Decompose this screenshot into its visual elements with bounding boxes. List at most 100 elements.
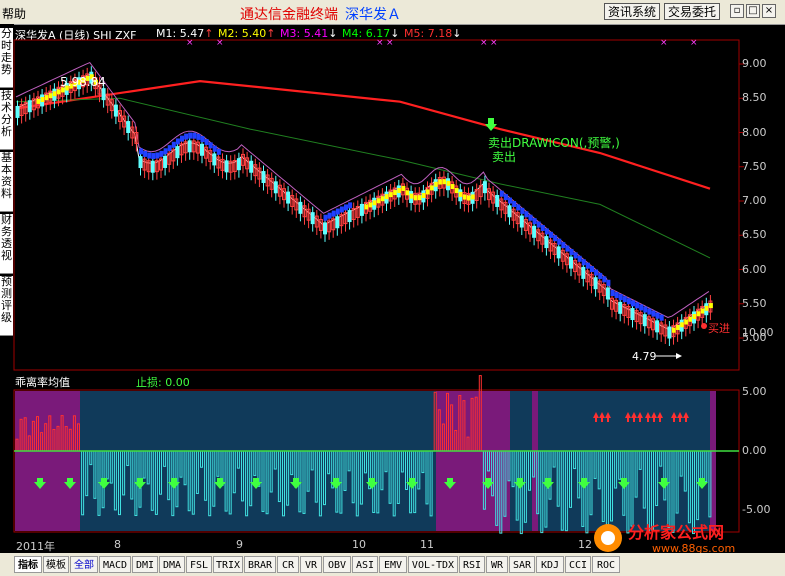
trend-block — [532, 218, 537, 225]
indicator-tab-vol-tdx[interactable]: VOL-TDX — [408, 556, 458, 573]
trend-block — [331, 210, 336, 217]
trend-block — [175, 138, 180, 145]
cross-marker: × — [376, 38, 384, 48]
trend-block — [561, 242, 566, 249]
trend-block — [401, 185, 406, 191]
indicator-tab-cci[interactable]: CCI — [565, 556, 591, 573]
candle-body — [323, 222, 327, 235]
y-tick-label: 7.00 — [742, 194, 767, 207]
trend-block — [196, 133, 201, 140]
trend-block — [594, 269, 599, 276]
trend-block — [462, 194, 467, 200]
trend-block — [216, 148, 221, 155]
trend-block — [417, 195, 422, 201]
trend-block — [421, 192, 426, 198]
indicator-tab-dmi[interactable]: DMI — [132, 556, 158, 573]
chart-canvas[interactable]: × × × × × × × × — [0, 0, 785, 576]
candle-body — [642, 314, 647, 327]
trend-block — [704, 305, 709, 311]
indicator-tab-roc[interactable]: ROC — [592, 556, 620, 573]
trend-block — [434, 181, 439, 187]
candle-body — [347, 210, 352, 223]
candle-body — [236, 158, 241, 171]
trend-block — [413, 195, 418, 201]
trend-block — [700, 308, 705, 314]
trend-block — [573, 252, 578, 259]
indicator-tab-vr[interactable]: VR — [300, 556, 322, 573]
trend-block — [323, 214, 328, 221]
candle-body — [212, 153, 217, 166]
y-tick-label: 5.50 — [742, 296, 767, 310]
candle-body — [27, 100, 32, 113]
trend-block — [684, 319, 689, 325]
trend-block — [655, 312, 660, 319]
indicator-tab-brar[interactable]: BRAR — [244, 556, 276, 573]
trend-block — [376, 198, 381, 204]
indicator-tab-trix[interactable]: TRIX — [213, 556, 243, 573]
cross-marker: × — [480, 38, 488, 48]
trend-block — [335, 208, 340, 215]
watermark-logo: 分析家公式网 www.88gs.com — [594, 523, 735, 555]
candle-body — [655, 320, 660, 333]
trend-block — [622, 296, 627, 303]
y-tick-label: 6.00 — [742, 262, 767, 276]
indicator-tab-cr[interactable]: CR — [277, 556, 299, 573]
candle-body — [150, 160, 155, 173]
trend-block — [393, 190, 398, 196]
candle-body — [667, 326, 672, 339]
trend-block — [52, 91, 57, 97]
indicator-tab-kdj[interactable]: KDJ — [536, 556, 564, 573]
high-price-label: 5.98.84 — [60, 75, 106, 89]
indicator-tab-模板[interactable]: 模板 — [43, 556, 69, 573]
candle-body — [519, 215, 524, 228]
trend-block — [626, 298, 631, 305]
trend-block — [618, 294, 623, 301]
trend-block — [389, 192, 394, 198]
sell-arrow-icon — [485, 118, 497, 131]
indicator-tab-sar[interactable]: SAR — [509, 556, 535, 573]
trend-block — [192, 132, 197, 139]
trend-block — [57, 89, 61, 95]
trend-block — [639, 304, 644, 311]
indicator-tab-fsl[interactable]: FSL — [186, 556, 212, 573]
trend-block — [171, 141, 176, 148]
trend-block — [569, 248, 574, 255]
indicator-tab-wr[interactable]: WR — [486, 556, 508, 573]
indicator-tab-asi[interactable]: ASI — [352, 556, 378, 573]
trend-block — [585, 262, 590, 269]
indicator-tab-dma[interactable]: DMA — [159, 556, 185, 573]
candle-body — [593, 277, 598, 290]
trend-block — [212, 145, 217, 152]
indicator-tab-emv[interactable]: EMV — [379, 556, 407, 573]
trend-block — [553, 235, 558, 242]
trend-block — [438, 179, 443, 185]
trend-block — [397, 187, 402, 193]
trend-block — [458, 191, 463, 197]
trend-block — [577, 255, 582, 262]
trend-block — [528, 214, 533, 221]
trend-block — [680, 322, 685, 328]
trend-block — [631, 300, 635, 307]
candle-body — [556, 246, 561, 259]
buy-dot — [701, 323, 707, 329]
indicator-tab-全部[interactable]: 全部 — [70, 556, 98, 573]
indicator-tab-指标[interactable]: 指标 — [14, 556, 42, 573]
cross-marker: × — [216, 38, 224, 48]
trend-block — [471, 194, 476, 200]
trend-block — [143, 150, 148, 157]
candle-body — [581, 266, 586, 279]
sub-panel-title: 乖离率均值 — [15, 376, 70, 389]
trend-block — [606, 279, 611, 286]
candle-body — [200, 143, 204, 156]
indicator-tab-rsi[interactable]: RSI — [459, 556, 485, 573]
trend-block — [602, 276, 607, 283]
candle-body — [482, 181, 487, 194]
trend-block — [364, 204, 369, 210]
candle-body — [138, 156, 143, 169]
y-tick-label: 7.50 — [742, 159, 767, 173]
trend-block — [139, 148, 143, 155]
trend-block — [508, 197, 512, 204]
indicator-tab-macd[interactable]: MACD — [99, 556, 131, 573]
candle-body — [101, 88, 106, 101]
indicator-tab-obv[interactable]: OBV — [323, 556, 351, 573]
